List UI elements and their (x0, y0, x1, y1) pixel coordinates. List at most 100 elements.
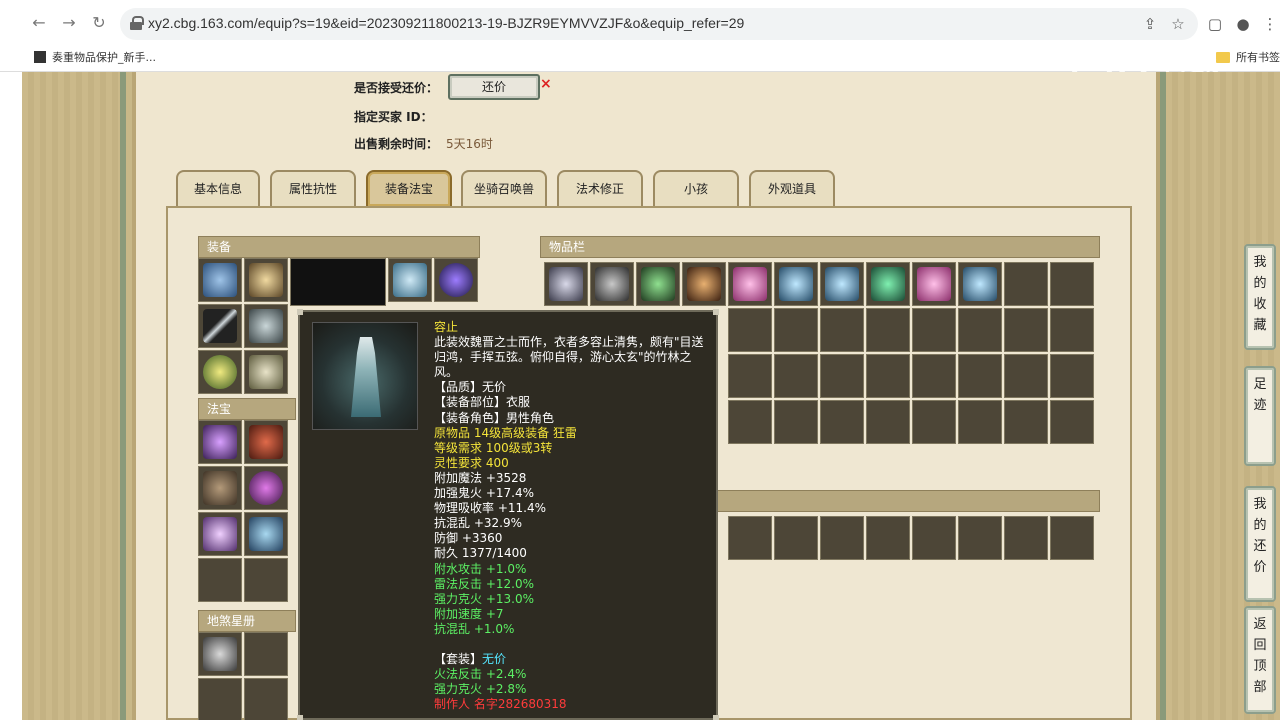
tab-mounts[interactable]: 坐骑召唤兽 (461, 170, 547, 206)
secondary-slot[interactable] (1050, 516, 1094, 560)
tab-child[interactable]: 小孩 (653, 170, 739, 206)
fabao-slot[interactable] (244, 420, 288, 464)
disha-slot-empty[interactable] (198, 678, 242, 720)
inventory-slot[interactable] (636, 262, 680, 306)
inventory-slot[interactable] (912, 308, 956, 352)
inventory-slot[interactable] (866, 308, 910, 352)
equip-slot[interactable] (198, 350, 242, 394)
item-set-row: 【套装】无价 (434, 652, 716, 667)
back-icon[interactable]: ← (28, 12, 50, 34)
menu-icon[interactable]: ⋮ (1260, 14, 1280, 34)
inventory-slot[interactable] (728, 400, 772, 444)
side-tab-2[interactable]: 我的还价 (1244, 486, 1276, 602)
inventory-slot[interactable] (728, 262, 772, 306)
tab-basic-info[interactable]: 基本信息 (176, 170, 260, 206)
inventory-slot[interactable] (774, 400, 818, 444)
secondary-slot[interactable] (820, 516, 864, 560)
inventory-slot[interactable] (912, 354, 956, 398)
inventory-slot[interactable] (774, 262, 818, 306)
secondary-slot[interactable] (1004, 516, 1048, 560)
equip-slot[interactable] (198, 258, 242, 302)
inventory-slot[interactable] (1004, 354, 1048, 398)
helmet-icon (203, 263, 237, 297)
inventory-slot[interactable] (1050, 308, 1094, 352)
equip-slot[interactable] (434, 258, 478, 302)
left-strip (0, 72, 22, 720)
fabao-slot-empty[interactable] (244, 558, 288, 602)
inventory-slot[interactable] (866, 354, 910, 398)
inventory-slot[interactable] (820, 400, 864, 444)
tab-spell-correction[interactable]: 法术修正 (557, 170, 643, 206)
inventory-slot[interactable] (1004, 400, 1048, 444)
inventory-slot[interactable] (958, 354, 1002, 398)
inventory-slot[interactable] (1004, 308, 1048, 352)
inventory-slot[interactable] (1050, 354, 1094, 398)
disha-slot[interactable] (198, 632, 242, 676)
fabao-slot[interactable] (198, 512, 242, 556)
inventory-slot[interactable] (912, 262, 956, 306)
secondary-slot[interactable] (958, 516, 1002, 560)
equip-slot[interactable] (388, 258, 432, 302)
inventory-slot[interactable] (820, 308, 864, 352)
fabao-slot[interactable] (198, 466, 242, 510)
inventory-slot[interactable] (1050, 262, 1094, 306)
equip-slot[interactable] (244, 258, 288, 302)
secondary-slot[interactable] (866, 516, 910, 560)
inventory-slot[interactable] (1004, 262, 1048, 306)
counter-offer-button[interactable]: 还价 (448, 74, 540, 100)
inventory-slot[interactable] (866, 400, 910, 444)
address-bar[interactable]: xy2.cbg.163.com/equip?s=19&eid=202309211… (120, 8, 1198, 40)
inventory-slot[interactable] (958, 262, 1002, 306)
disha-slot-empty[interactable] (244, 678, 288, 720)
inventory-slot[interactable] (866, 262, 910, 306)
secondary-slot[interactable] (728, 516, 772, 560)
close-icon[interactable]: × (540, 76, 552, 92)
box-icon (203, 471, 237, 505)
share-icon[interactable]: ⇪ (1140, 14, 1160, 34)
fabao-slot[interactable] (198, 420, 242, 464)
item-bonus-stat: 雷法反击 +12.0% (434, 576, 534, 591)
star-icon[interactable]: ☆ (1168, 14, 1188, 34)
side-tab-0[interactable]: 我的收藏 (1244, 244, 1276, 350)
robe-icon (351, 337, 381, 417)
tab-equipment[interactable]: 装备法宝 (366, 170, 452, 206)
sidepanel-icon[interactable]: ▢ (1205, 14, 1225, 34)
url-text: xy2.cbg.163.com/equip?s=19&eid=202309211… (148, 15, 745, 31)
secondary-slot[interactable] (774, 516, 818, 560)
equip-slot-large[interactable] (290, 258, 386, 306)
inventory-slot[interactable] (774, 354, 818, 398)
inventory-slot[interactable] (544, 262, 588, 306)
equip-slot[interactable] (244, 304, 288, 348)
inventory-slot[interactable] (912, 400, 956, 444)
equip-section-header: 装备 (198, 236, 480, 258)
bookmark-item[interactable]: 奏重物品保护_新手... (34, 49, 156, 65)
necklace-icon (249, 263, 283, 297)
inventory-slot[interactable] (958, 400, 1002, 444)
all-bookmarks[interactable]: 所有书签 (1216, 49, 1280, 65)
secondary-slot[interactable] (912, 516, 956, 560)
disha-slot-empty[interactable] (244, 632, 288, 676)
inventory-slot[interactable] (958, 308, 1002, 352)
inventory-slot[interactable] (728, 308, 772, 352)
inventory-slot[interactable] (820, 354, 864, 398)
inventory-slot[interactable] (728, 354, 772, 398)
side-tab-1[interactable]: 足迹 (1244, 366, 1276, 466)
forward-icon[interactable]: → (58, 12, 80, 34)
fabao-slot-empty[interactable] (198, 558, 242, 602)
secondary-section-header (716, 490, 1100, 512)
inventory-slot[interactable] (1050, 400, 1094, 444)
fabao-slot[interactable] (244, 512, 288, 556)
reload-icon[interactable]: ↻ (88, 12, 110, 34)
equip-slot[interactable] (244, 350, 288, 394)
equip-slot[interactable] (198, 304, 242, 348)
inventory-slot[interactable] (774, 308, 818, 352)
tab-attributes[interactable]: 属性抗性 (270, 170, 356, 206)
tab-appearance[interactable]: 外观道具 (749, 170, 835, 206)
inventory-slot[interactable] (590, 262, 634, 306)
inventory-slot[interactable] (820, 262, 864, 306)
side-tab-3[interactable]: 返回顶部 (1244, 606, 1276, 714)
inventory-slot[interactable] (682, 262, 726, 306)
profile-icon[interactable]: ● (1233, 14, 1253, 34)
fabao-slot[interactable] (244, 466, 288, 510)
side-tab-char: 我 (1253, 497, 1267, 512)
